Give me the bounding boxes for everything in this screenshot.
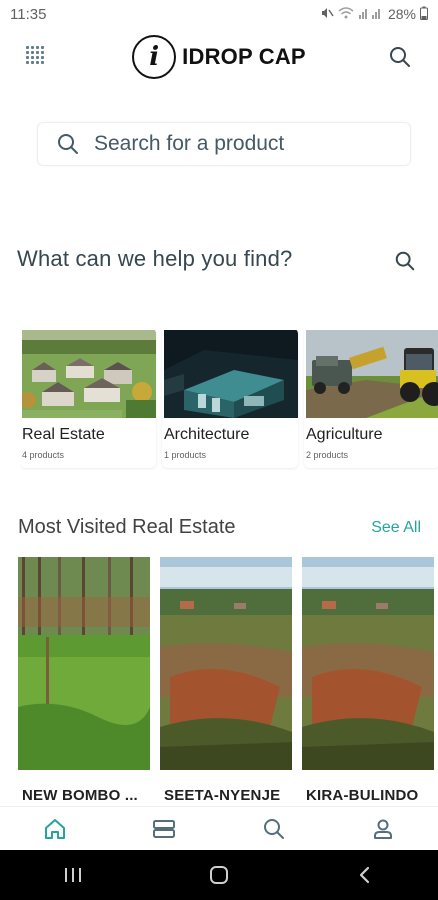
category-count: 4 products xyxy=(22,450,65,460)
back-button[interactable] xyxy=(335,855,395,895)
product-list: NEW BOMBO ... SEETA-NYENJE KIRA-BULINDO xyxy=(18,557,438,807)
recent-apps-button[interactable] xyxy=(43,855,103,895)
product-card-kira-bulindo[interactable]: KIRA-BULINDO xyxy=(302,557,434,807)
back-icon xyxy=(359,866,370,884)
home-system-button[interactable] xyxy=(189,855,249,895)
category-card-architecture[interactable]: Architecture 1 products xyxy=(162,328,298,468)
category-name: Architecture xyxy=(164,426,250,443)
listings-icon xyxy=(153,819,176,838)
logo-mark: i xyxy=(132,35,177,79)
status-time: 11:35 xyxy=(10,5,47,23)
battery-icon xyxy=(420,6,428,23)
category-name: Agriculture xyxy=(306,426,383,443)
category-count: 1 products xyxy=(164,450,207,460)
search-input[interactable] xyxy=(94,132,394,156)
section-title-help: What can we help you find? xyxy=(17,246,293,271)
grid-menu-icon xyxy=(26,46,48,64)
category-list: Real Estate 4 products Architecture 1 pr… xyxy=(20,328,438,470)
logo-text: IDROP CAP xyxy=(182,44,306,69)
nav-listings[interactable] xyxy=(134,809,194,849)
search-icon xyxy=(390,47,410,67)
category-count: 2 products xyxy=(306,450,349,460)
search-bar[interactable] xyxy=(37,122,411,166)
product-name: KIRA-BULINDO xyxy=(306,787,419,804)
category-card-agriculture[interactable]: Agriculture 2 products xyxy=(304,328,438,468)
category-image xyxy=(164,330,298,418)
home-icon xyxy=(44,818,65,839)
app-header: i IDROP CAP xyxy=(0,30,438,84)
product-name: SEETA-NYENJE xyxy=(164,787,281,804)
mute-icon xyxy=(320,6,334,23)
product-card-seeta-nyenje[interactable]: SEETA-NYENJE xyxy=(160,557,292,807)
status-bar: 11:35 28% xyxy=(0,0,438,28)
help-search-button[interactable] xyxy=(394,250,416,272)
category-name: Real Estate xyxy=(22,426,105,443)
battery-percent: 28% xyxy=(387,6,416,22)
status-icons: 28% xyxy=(320,6,428,23)
nav-search[interactable] xyxy=(244,809,304,849)
product-image xyxy=(160,557,292,770)
category-card-real-estate[interactable]: Real Estate 4 products xyxy=(20,328,156,468)
header-search-button[interactable] xyxy=(388,45,412,69)
nav-profile[interactable] xyxy=(353,809,413,849)
bottom-navigation xyxy=(0,806,438,850)
category-image xyxy=(306,330,438,418)
search-icon xyxy=(263,818,284,839)
signal-icon xyxy=(358,6,384,23)
category-image xyxy=(22,330,156,418)
product-card-new-bombo[interactable]: NEW BOMBO ... xyxy=(18,557,150,807)
see-all-link[interactable]: See All xyxy=(371,519,421,537)
search-icon xyxy=(58,134,78,154)
section-title-most-visited: Most Visited Real Estate xyxy=(18,516,236,538)
nav-home[interactable] xyxy=(25,809,85,849)
product-name: NEW BOMBO ... xyxy=(22,787,138,804)
system-navigation-bar xyxy=(0,850,438,900)
wifi-icon xyxy=(338,6,354,23)
menu-button[interactable] xyxy=(26,46,48,68)
product-image xyxy=(302,557,434,770)
home-circle-icon xyxy=(210,866,228,884)
person-icon xyxy=(374,819,393,839)
search-icon xyxy=(395,251,415,271)
recent-apps-icon xyxy=(65,868,81,882)
app-logo[interactable]: i IDROP CAP xyxy=(132,35,306,79)
product-image xyxy=(18,557,150,770)
